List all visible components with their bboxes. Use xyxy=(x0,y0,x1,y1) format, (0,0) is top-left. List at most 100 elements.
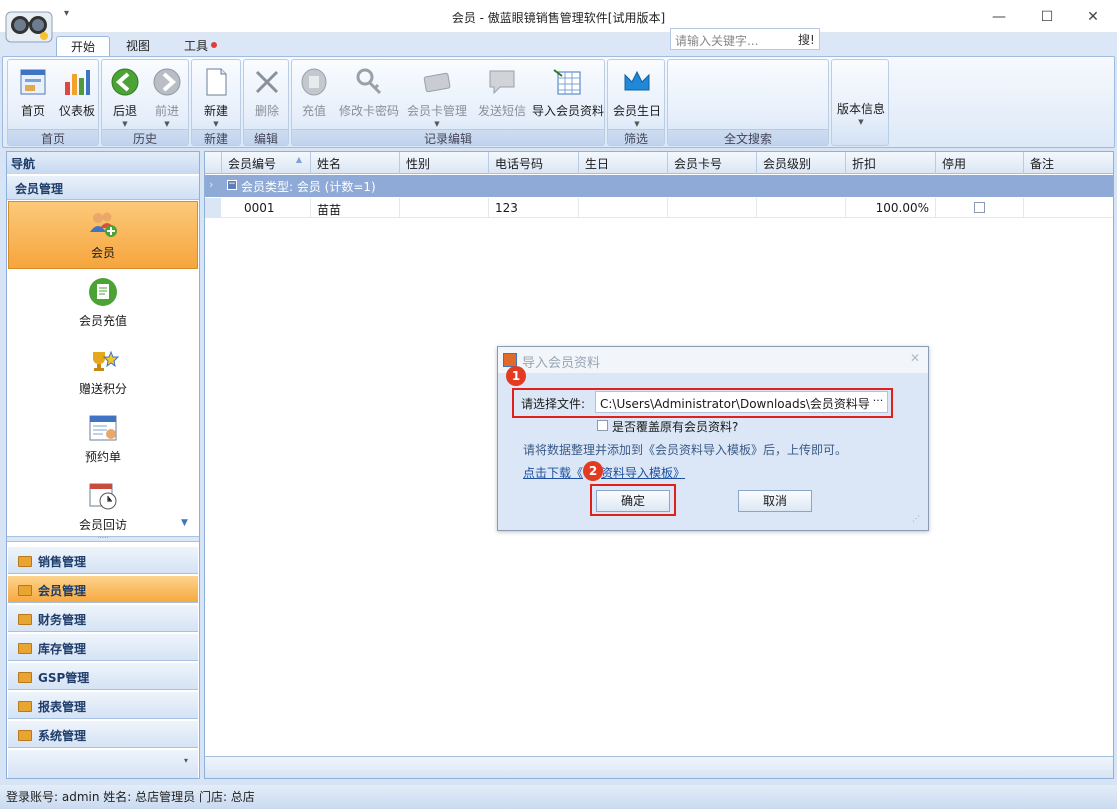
dialog-close-icon[interactable]: ✕ xyxy=(910,351,920,365)
nav-item-member[interactable]: 会员 xyxy=(8,201,198,269)
member-card-manage-label: 会员卡管理 xyxy=(406,104,467,118)
nav-category-members[interactable]: 会员管理 xyxy=(8,576,198,603)
col-level[interactable]: 会员级别 xyxy=(756,152,845,174)
cell-gender[interactable] xyxy=(399,198,488,218)
forward-button[interactable]: 前进 ▼ xyxy=(144,64,190,128)
tab-tools[interactable]: 工具 xyxy=(170,36,231,58)
col-card-no[interactable]: 会员卡号 xyxy=(667,152,756,174)
dashboard-button[interactable]: 仪表板 xyxy=(54,64,100,128)
tab-label: 视图 xyxy=(126,39,151,53)
tab-label: 工具 xyxy=(184,39,209,53)
search-button[interactable]: 搜! xyxy=(798,31,815,48)
file-label: 请选择文件: xyxy=(521,397,586,411)
delete-button[interactable]: 删除 xyxy=(244,64,290,128)
maximize-button[interactable]: ☐ xyxy=(1024,0,1070,33)
step-badge-1: 1 xyxy=(506,366,526,386)
overwrite-checkbox[interactable] xyxy=(597,420,608,431)
col-member-id[interactable]: 会员编号 ▲ xyxy=(221,152,310,174)
collapse-group-icon[interactable]: − xyxy=(227,180,237,190)
cell-remark[interactable] xyxy=(1023,198,1113,218)
cell-phone[interactable]: 123 xyxy=(488,198,578,218)
group-label: 编辑 xyxy=(244,129,288,146)
nav-category-gsp[interactable]: GSP管理 xyxy=(8,663,198,690)
title-bar: ▾ 会员 - 傲蓝眼镜销售管理软件[试用版本] — ☐ ✕ xyxy=(0,0,1117,33)
tab-home[interactable]: 开始 xyxy=(56,36,111,58)
nav-category-system[interactable]: 系统管理 xyxy=(8,721,198,748)
folder-icon xyxy=(18,614,32,625)
ok-button[interactable]: 确定 xyxy=(596,490,670,512)
import-members-button[interactable]: 导入会员资料 xyxy=(532,64,604,128)
file-path-value: C:\Users\Administrator\Downloads\会员资料导入模 xyxy=(600,397,888,411)
resize-grip-icon[interactable]: ⋰ xyxy=(912,514,920,523)
import-members-label: 导入会员资料 xyxy=(532,104,605,118)
folder-icon xyxy=(18,585,32,596)
nav-scroll-down-icon[interactable]: ▼ xyxy=(181,518,188,528)
col-gender[interactable]: 性别 xyxy=(399,152,488,174)
column-label: 性别 xyxy=(406,157,431,171)
back-button[interactable]: 后退 ▼ xyxy=(102,64,148,128)
nav-splitter[interactable]: ····· xyxy=(7,535,199,542)
file-path-input[interactable]: C:\Users\Administrator\Downloads\会员资料导入模 xyxy=(595,391,888,413)
nav-overflow-chevron-icon[interactable]: ▾ xyxy=(8,750,198,778)
col-disabled[interactable]: 停用 xyxy=(935,152,1023,174)
cell-card-no[interactable] xyxy=(667,198,756,218)
nav-section-title: 会员管理 xyxy=(7,176,199,200)
cell-name[interactable]: 苗苗 xyxy=(310,198,399,218)
version-info-button[interactable]: 版本信息 ▼ xyxy=(834,100,888,140)
col-birthday[interactable]: 生日 xyxy=(578,152,667,174)
column-label: 停用 xyxy=(942,157,967,171)
group-row-label: 会员类型: 会员 (计数=1) xyxy=(241,180,376,194)
home-button[interactable]: 首页 xyxy=(10,64,56,128)
nav-category-inventory[interactable]: 库存管理 xyxy=(8,634,198,661)
cell-discount[interactable]: 100.00% xyxy=(845,198,935,218)
nav-item-gift-points[interactable]: 赠送积分 xyxy=(8,338,198,406)
column-label: 生日 xyxy=(585,157,610,171)
nav-item-member-followup[interactable]: 会员回访 xyxy=(8,474,198,536)
row-indicator[interactable] xyxy=(205,198,221,218)
minimize-button[interactable]: — xyxy=(976,0,1022,33)
version-info-label: 版本信息 xyxy=(836,102,885,116)
cell-disabled[interactable] xyxy=(935,198,1023,218)
folder-icon xyxy=(18,556,32,567)
member-card-manage-button[interactable]: 会员卡管理 ▼ xyxy=(404,64,470,128)
nav-item-member-recharge[interactable]: 会员充值 xyxy=(8,270,198,338)
group-row[interactable]: › − 会员类型: 会员 (计数=1) xyxy=(205,175,1113,197)
cell-member-id[interactable]: 0001 xyxy=(238,198,310,218)
member-birthday-button[interactable]: 会员生日 ▼ xyxy=(610,64,664,128)
disabled-checkbox[interactable] xyxy=(974,202,985,213)
group-new: 新建 ▼ 新建 xyxy=(191,59,241,146)
send-sms-button[interactable]: 发送短信 xyxy=(472,64,532,128)
tab-view[interactable]: 视图 xyxy=(112,36,164,58)
dropdown-arrow-icon: ▼ xyxy=(213,120,219,128)
table-row[interactable]: 0001 苗苗 123 100.00% xyxy=(205,198,1113,218)
card-icon xyxy=(423,72,451,93)
recharge-button[interactable]: 充值 xyxy=(294,64,334,128)
col-name[interactable]: 姓名 xyxy=(310,152,399,174)
download-template-link[interactable]: 点击下载《 资料导入模板》 xyxy=(523,464,685,481)
group-history: 后退 ▼ 前进 ▼ 历史 xyxy=(101,59,189,146)
row-pointer-icon: › xyxy=(209,178,214,191)
col-remark[interactable]: 备注 xyxy=(1023,152,1113,174)
dropdown-arrow-icon: ▼ xyxy=(434,120,440,128)
column-label: 折扣 xyxy=(852,157,877,171)
close-button[interactable]: ✕ xyxy=(1070,0,1116,33)
nav-category-sales[interactable]: 销售管理 xyxy=(8,547,198,574)
nav-item-label: 会员充值 xyxy=(78,314,127,328)
nav-category-finance[interactable]: 财务管理 xyxy=(8,605,198,632)
cancel-button[interactable]: 取消 xyxy=(738,490,812,512)
dropdown-arrow-icon: ▼ xyxy=(634,120,640,128)
col-phone[interactable]: 电话号码 xyxy=(488,152,578,174)
nav-item-appointment[interactable]: 预约单 xyxy=(8,406,198,474)
change-card-password-button[interactable]: 修改卡密码 xyxy=(336,64,402,128)
group-fulltext-search: 全文搜索 xyxy=(667,59,829,146)
browse-button[interactable]: ··· xyxy=(869,392,887,412)
folder-icon xyxy=(18,672,32,683)
app-logo-icon[interactable] xyxy=(4,4,56,50)
nav-category-reports[interactable]: 报表管理 xyxy=(8,692,198,719)
new-button[interactable]: 新建 ▼ xyxy=(193,64,239,128)
col-discount[interactable]: 折扣 xyxy=(845,152,935,174)
send-sms-label: 发送短信 xyxy=(477,104,526,118)
cell-level[interactable] xyxy=(756,198,845,218)
cell-birthday[interactable] xyxy=(578,198,667,218)
delete-button-label: 删除 xyxy=(254,104,279,118)
